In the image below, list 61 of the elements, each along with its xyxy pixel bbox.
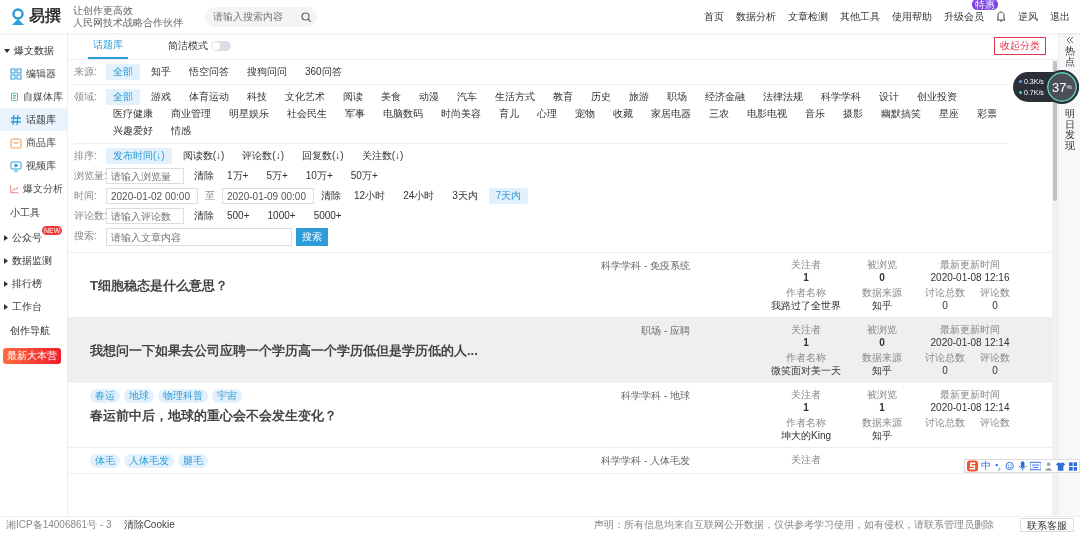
stat-value: 1 xyxy=(803,336,809,349)
stat-value: 知乎 xyxy=(872,429,892,442)
stat-label: 评论数 xyxy=(980,416,1010,429)
stat-value: 0 xyxy=(992,364,998,377)
stat-value: 我路过了全世界 xyxy=(771,299,841,312)
stat-label: 评论数 xyxy=(980,351,1010,364)
stat-label: 讨论总数 xyxy=(925,416,965,429)
stat-value: 知乎 xyxy=(872,364,892,377)
stat-value: 0 xyxy=(942,364,948,377)
icp-text: 湘ICP备14006861号 - 3 xyxy=(6,518,112,532)
stat-label: 讨论总数 xyxy=(925,351,965,364)
tagline: 让创作更高效 xyxy=(73,4,134,17)
stat-value: 微笑面对美一天 xyxy=(771,364,841,377)
stat-label: 最新更新时间 xyxy=(940,258,1000,271)
category-text: 科学学科 - 地球 xyxy=(621,388,690,403)
stat-label: 作者名称 xyxy=(786,286,826,299)
stat-value: 1 xyxy=(879,401,885,414)
stat-value: 2020-01-08 12:14 xyxy=(930,401,1010,414)
input-mode-text: 中 xyxy=(981,459,992,473)
filter-label: 评论数: xyxy=(74,209,106,223)
toggle-label: 简洁模式 xyxy=(168,39,208,53)
stat-value: 0 xyxy=(942,299,948,312)
stat-label: 最新更新时间 xyxy=(940,388,1000,401)
stat-label: 最新更新时间 xyxy=(940,323,1000,336)
tagline: 人民网技术战略合作伙伴 xyxy=(73,16,183,29)
stat-value: 坤大的King xyxy=(781,429,831,442)
stat-value: 0 xyxy=(879,271,885,284)
range-separator: 至 xyxy=(205,189,215,203)
stat-value: 0 xyxy=(992,299,998,312)
stat-label: 关注者 xyxy=(791,388,821,401)
filter-label: 时间: xyxy=(74,189,98,203)
stat-label: 被浏览 xyxy=(867,323,897,336)
stat-label: 关注者 xyxy=(791,323,821,336)
filter-label: 搜索: xyxy=(74,229,98,243)
logo-text: 易撰 xyxy=(29,6,61,26)
filter-label: 浏览量: xyxy=(74,169,106,183)
filter-label: 来源: xyxy=(74,65,98,79)
stat-label: 数据来源 xyxy=(862,286,902,299)
stat-label: 讨论总数 xyxy=(925,286,965,299)
filter-label: 领域: xyxy=(74,90,98,104)
stat-value: 知乎 xyxy=(872,299,892,312)
category-text: 科学学科 - 免疫系统 xyxy=(601,258,690,273)
stat-value: 2020-01-08 12:16 xyxy=(930,271,1010,284)
category-text: 职场 - 应聘 xyxy=(641,323,690,338)
stat-label: 数据来源 xyxy=(862,351,902,364)
stat-label: 关注者 xyxy=(791,258,821,271)
filter-label: 排序: xyxy=(74,149,98,163)
promo-badge: 特惠 xyxy=(972,0,998,10)
stat-label: 评论数 xyxy=(980,286,1010,299)
stat-value: 1 xyxy=(803,271,809,284)
stat-value: 1 xyxy=(803,401,809,414)
disclaimer-text: 声明：所有信息均来自互联网公开数据，仅供参考学习使用，如有侵权，请联系管理员删除 xyxy=(594,518,994,532)
stat-label: 作者名称 xyxy=(786,351,826,364)
stat-value: 0 xyxy=(879,336,885,349)
stat-label: 数据来源 xyxy=(862,416,902,429)
stat-value: 2020-01-08 12:14 xyxy=(930,336,1010,349)
category-text: 科学学科 - 人体毛发 xyxy=(601,453,690,468)
stat-label: 被浏览 xyxy=(867,258,897,271)
stat-label: 关注者 xyxy=(791,453,821,466)
stat-label: 被浏览 xyxy=(867,388,897,401)
stat-label: 作者名称 xyxy=(786,416,826,429)
